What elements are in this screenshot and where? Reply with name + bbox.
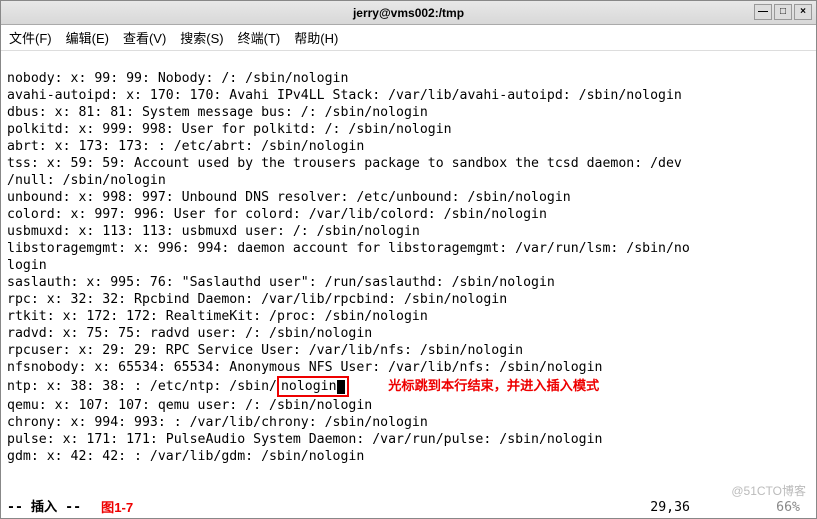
- menu-view[interactable]: 查看(V): [123, 28, 166, 47]
- line: radvd: x: 75: 75: radvd user: /: /sbin/n…: [7, 326, 372, 341]
- line: login: [7, 258, 47, 273]
- menu-file[interactable]: 文件(F): [9, 28, 52, 47]
- line: rpc: x: 32: 32: Rpcbind Daemon: /var/lib…: [7, 292, 507, 307]
- line: dbus: x: 81: 81: System message bus: /: …: [7, 105, 428, 120]
- line: tss: x: 59: 59: Account used by the trou…: [7, 156, 682, 171]
- close-button[interactable]: ×: [794, 4, 812, 20]
- line: rtkit: x: 172: 172: RealtimeKit: /proc: …: [7, 309, 428, 324]
- figure-label: 图1-7: [101, 499, 133, 516]
- menu-edit[interactable]: 编辑(E): [66, 28, 109, 47]
- terminal-window: jerry@vms002:/tmp — □ × 文件(F) 编辑(E) 查看(V…: [0, 0, 817, 519]
- line: nfsnobody: x: 65534: 65534: Anonymous NF…: [7, 360, 602, 375]
- scroll-percent: 66%: [776, 499, 800, 516]
- menubar: 文件(F) 编辑(E) 查看(V) 搜索(S) 终端(T) 帮助(H): [1, 25, 816, 51]
- highlight-box: nologin: [277, 376, 349, 397]
- line: polkitd: x: 999: 998: User for polkitd: …: [7, 122, 452, 137]
- line: colord: x: 997: 996: User for colord: /v…: [7, 207, 547, 222]
- line: unbound: x: 998: 997: Unbound DNS resolv…: [7, 190, 571, 205]
- window-title: jerry@vms002:/tmp: [353, 6, 464, 20]
- vim-mode: -- 插入 --: [7, 499, 81, 516]
- line: ntp: x: 38: 38: : /etc/ntp: /sbin/nologi…: [7, 379, 599, 394]
- line: usbmuxd: x: 113: 113: usbmuxd user: /: /…: [7, 224, 420, 239]
- line: nobody: x: 99: 99: Nobody: /: /sbin/nolo…: [7, 71, 348, 86]
- line: rpcuser: x: 29: 29: RPC Service User: /v…: [7, 343, 523, 358]
- line: qemu: x: 107: 107: qemu user: /: /sbin/n…: [7, 398, 372, 413]
- annotation-text: 光标跳到本行结束，并进入插入模式: [388, 378, 599, 393]
- vim-statusbar: -- 插入 -- 图1-7 29,36 66%: [7, 499, 810, 516]
- line: gdm: x: 42: 42: : /var/lib/gdm: /sbin/no…: [7, 449, 364, 464]
- line: libstoragemgmt: x: 996: 994: daemon acco…: [7, 241, 690, 256]
- menu-search[interactable]: 搜索(S): [180, 28, 223, 47]
- menu-terminal[interactable]: 终端(T): [238, 28, 281, 47]
- maximize-button[interactable]: □: [774, 4, 792, 20]
- titlebar: jerry@vms002:/tmp — □ ×: [1, 1, 816, 25]
- window-controls: — □ ×: [754, 4, 812, 20]
- menu-help[interactable]: 帮助(H): [294, 28, 338, 47]
- line: chrony: x: 994: 993: : /var/lib/chrony: …: [7, 415, 428, 430]
- line: saslauth: x: 995: 76: "Saslauthd user": …: [7, 275, 555, 290]
- minimize-button[interactable]: —: [754, 4, 772, 20]
- line: pulse: x: 171: 171: PulseAudio System Da…: [7, 432, 602, 447]
- watermark: @51CTO博客: [731, 483, 806, 500]
- text-cursor: [337, 380, 345, 394]
- line: /null: /sbin/nologin: [7, 173, 166, 188]
- cursor-position: 29,36: [650, 499, 690, 516]
- line: avahi-autoipd: x: 170: 170: Avahi IPv4LL…: [7, 88, 682, 103]
- terminal-content[interactable]: nobody: x: 99: 99: Nobody: /: /sbin/nolo…: [1, 51, 816, 518]
- line: abrt: x: 173: 173: : /etc/abrt: /sbin/no…: [7, 139, 364, 154]
